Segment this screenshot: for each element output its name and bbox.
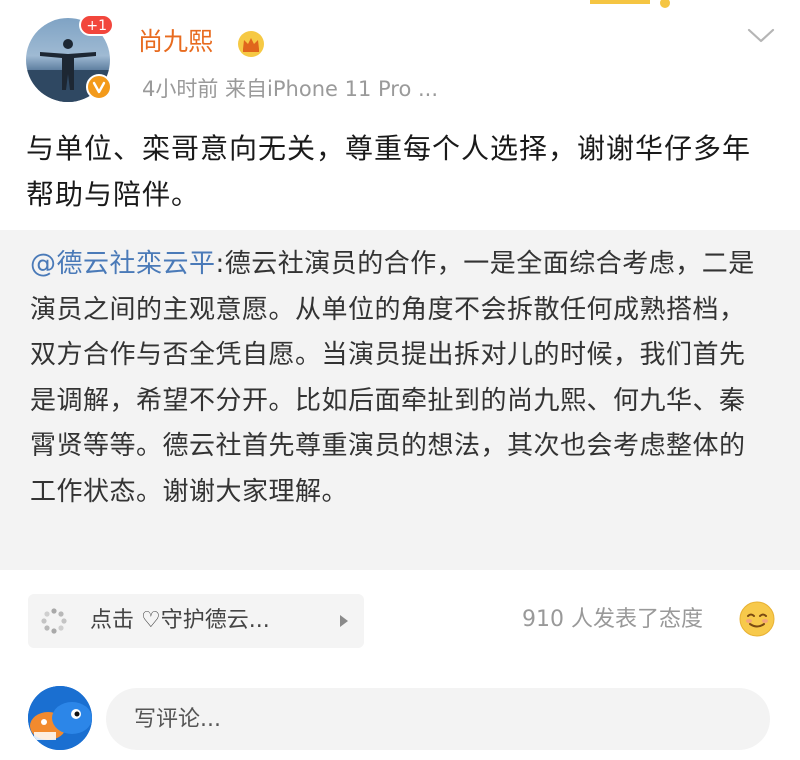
crown-icon[interactable] bbox=[236, 30, 266, 58]
guard-button[interactable]: 点击 ♡守护德云... bbox=[28, 594, 364, 648]
author-avatar[interactable]: +1 bbox=[26, 14, 114, 102]
attitude-count[interactable]: 910 人发表了态度 bbox=[522, 604, 703, 636]
heart-icon: ♡ bbox=[141, 608, 161, 633]
mention-link[interactable]: @德云社栾云平 bbox=[30, 249, 216, 279]
repost-body: :德云社演员的合作，一是全面综合考虑，二是演员之间的主观意愿。从单位的角度不会拆… bbox=[30, 249, 755, 507]
author-name[interactable]: 尚九熙 bbox=[138, 26, 213, 58]
comment-input[interactable] bbox=[106, 688, 770, 750]
notification-badge: +1 bbox=[79, 14, 114, 36]
comment-bar bbox=[0, 680, 800, 760]
verified-v-icon bbox=[86, 74, 112, 100]
cartoon-fish-icon bbox=[28, 686, 92, 750]
reposted-content[interactable]: @德云社栾云平:德云社演员的合作，一是全面综合考虑，二是演员之间的主观意愿。从单… bbox=[0, 230, 800, 570]
my-avatar[interactable] bbox=[28, 686, 92, 750]
post-meta: 4小时前 来自iPhone 11 Pro ... bbox=[142, 77, 439, 101]
guard-label: 点击 ♡守护德云... bbox=[90, 605, 270, 637]
chevron-down-icon[interactable] bbox=[746, 26, 776, 46]
post-footer: 点击 ♡守护德云... 910 人发表了态度 bbox=[0, 592, 800, 652]
post-body: 与单位、栾哥意向无关，尊重每个人选择，谢谢华仔多年帮助与陪伴。 bbox=[26, 132, 752, 211]
loading-dots-icon bbox=[41, 608, 67, 634]
guard-text: 守护德云... bbox=[160, 608, 270, 633]
post-header: +1 尚九熙 4小时前 来自iPhone 11 Pro ... bbox=[0, 0, 800, 118]
repost-text-block: @德云社栾云平:德云社演员的合作，一是全面综合考虑，二是演员之间的主观意愿。从单… bbox=[30, 242, 770, 515]
guard-prefix: 点击 bbox=[90, 608, 135, 633]
caret-right-icon bbox=[340, 615, 348, 627]
smile-emoji-icon[interactable] bbox=[738, 600, 776, 638]
decoration-graphic bbox=[590, 0, 670, 8]
